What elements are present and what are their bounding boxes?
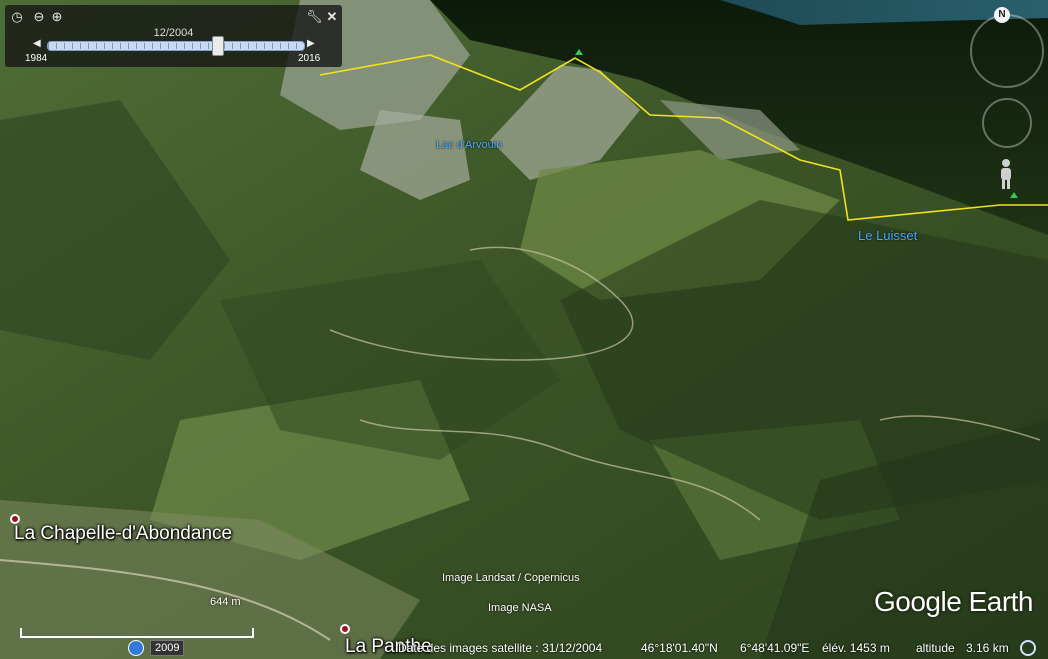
landsat-credit: Image Landsat / Copernicus [442, 572, 580, 584]
ridge-label[interactable]: Le Luisset [858, 228, 917, 243]
clock-icon[interactable]: ◷ [9, 9, 25, 25]
town-marker[interactable] [340, 624, 350, 634]
step-forward-button[interactable]: ▶ [307, 38, 315, 49]
north-button[interactable]: N [994, 7, 1010, 23]
start-year: 1984 [25, 53, 48, 64]
time-slider-thumb[interactable] [211, 36, 224, 56]
scale-label: 644 m [210, 596, 241, 608]
current-date: 12/2004 [153, 27, 194, 39]
history-clock-icon[interactable] [128, 640, 144, 656]
end-year: 2016 [298, 53, 321, 64]
history-year-badge[interactable]: 2009 [150, 640, 185, 656]
historical-imagery-panel: ◷ ⊖ ⊕ 🔧︎ ✕ 12/2004 ◀ ▶ 1984 2016 [5, 5, 342, 67]
loading-icon [1020, 640, 1036, 656]
wrench-icon[interactable]: 🔧︎ [306, 9, 323, 25]
altitude-value: 3.16 km [966, 641, 1009, 655]
time-slider-track[interactable] [47, 36, 305, 56]
altitude-label: altitude [916, 641, 955, 655]
zoom-in-icon[interactable]: ⊕ [49, 9, 65, 25]
town-label-left[interactable]: La Chapelle-d'Abondance [14, 523, 232, 545]
scale-bar [20, 628, 254, 638]
zoom-out-icon[interactable]: ⊖ [31, 9, 47, 25]
look-joystick-icon[interactable] [970, 14, 1044, 88]
time-slider-ticks [48, 43, 304, 49]
nasa-credit: Image NASA [488, 602, 552, 614]
terrain-view[interactable] [0, 0, 1048, 659]
google-earth-logo: Google Earth [874, 586, 1034, 617]
lake-label[interactable]: Lac d'Arvouin [436, 139, 502, 151]
close-icon[interactable]: ✕ [324, 9, 340, 25]
move-joystick-icon[interactable] [982, 98, 1032, 148]
pegman-icon[interactable] [997, 158, 1015, 190]
step-back-button[interactable]: ◀ [33, 38, 41, 49]
imagery-date: Date des images satellite : 31/12/2004 [398, 641, 603, 655]
latitude: 46°18'01.40"N [641, 641, 718, 655]
longitude: 6°48'41.09"E [740, 641, 810, 655]
elevation: élév. 1453 m [822, 641, 890, 655]
